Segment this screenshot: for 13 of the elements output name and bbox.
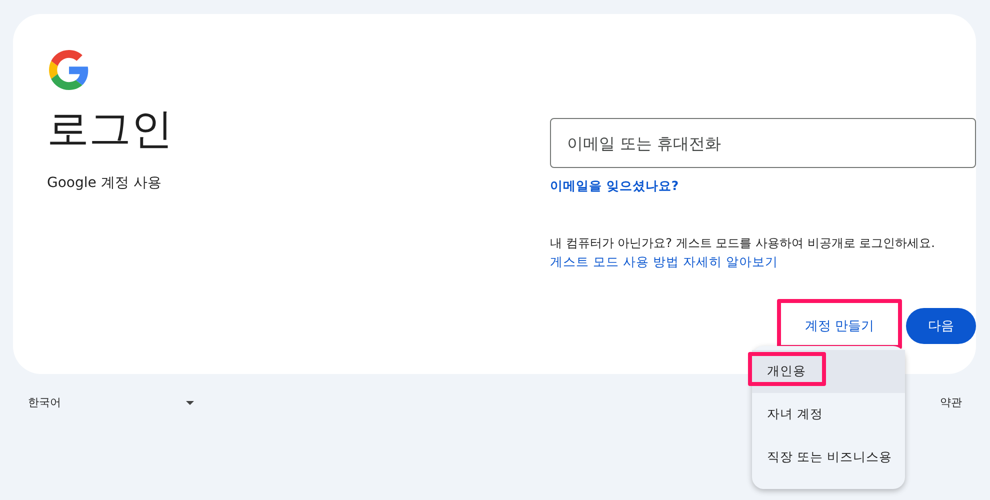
forgot-email-link[interactable]: 이메일을 잊으셨나요? [550, 178, 679, 195]
caret-icon [186, 400, 194, 404]
page-title: 로그인 [47, 106, 174, 152]
footer-link[interactable]: 약관 [940, 396, 962, 409]
subtitle: Google 계정 사용 [47, 174, 162, 192]
next-button[interactable]: 다음 [906, 308, 976, 344]
guest-mode-text: 내 컴퓨터가 아닌가요? 게스트 모드를 사용하여 비공개로 로그인하세요. [550, 235, 936, 252]
guest-mode-link[interactable]: 게스트 모드 사용 방법 자세히 알아보기 [550, 254, 778, 271]
google-g-logo-icon [49, 50, 89, 90]
language-selector[interactable]: 한국어 [28, 395, 61, 410]
email-input-field[interactable]: 이메일 또는 휴대전화 [550, 118, 976, 168]
menu-item[interactable]: 직장 또는 비즈니스용 [752, 436, 905, 479]
menu-item[interactable]: 자녀 계정 [752, 393, 905, 436]
